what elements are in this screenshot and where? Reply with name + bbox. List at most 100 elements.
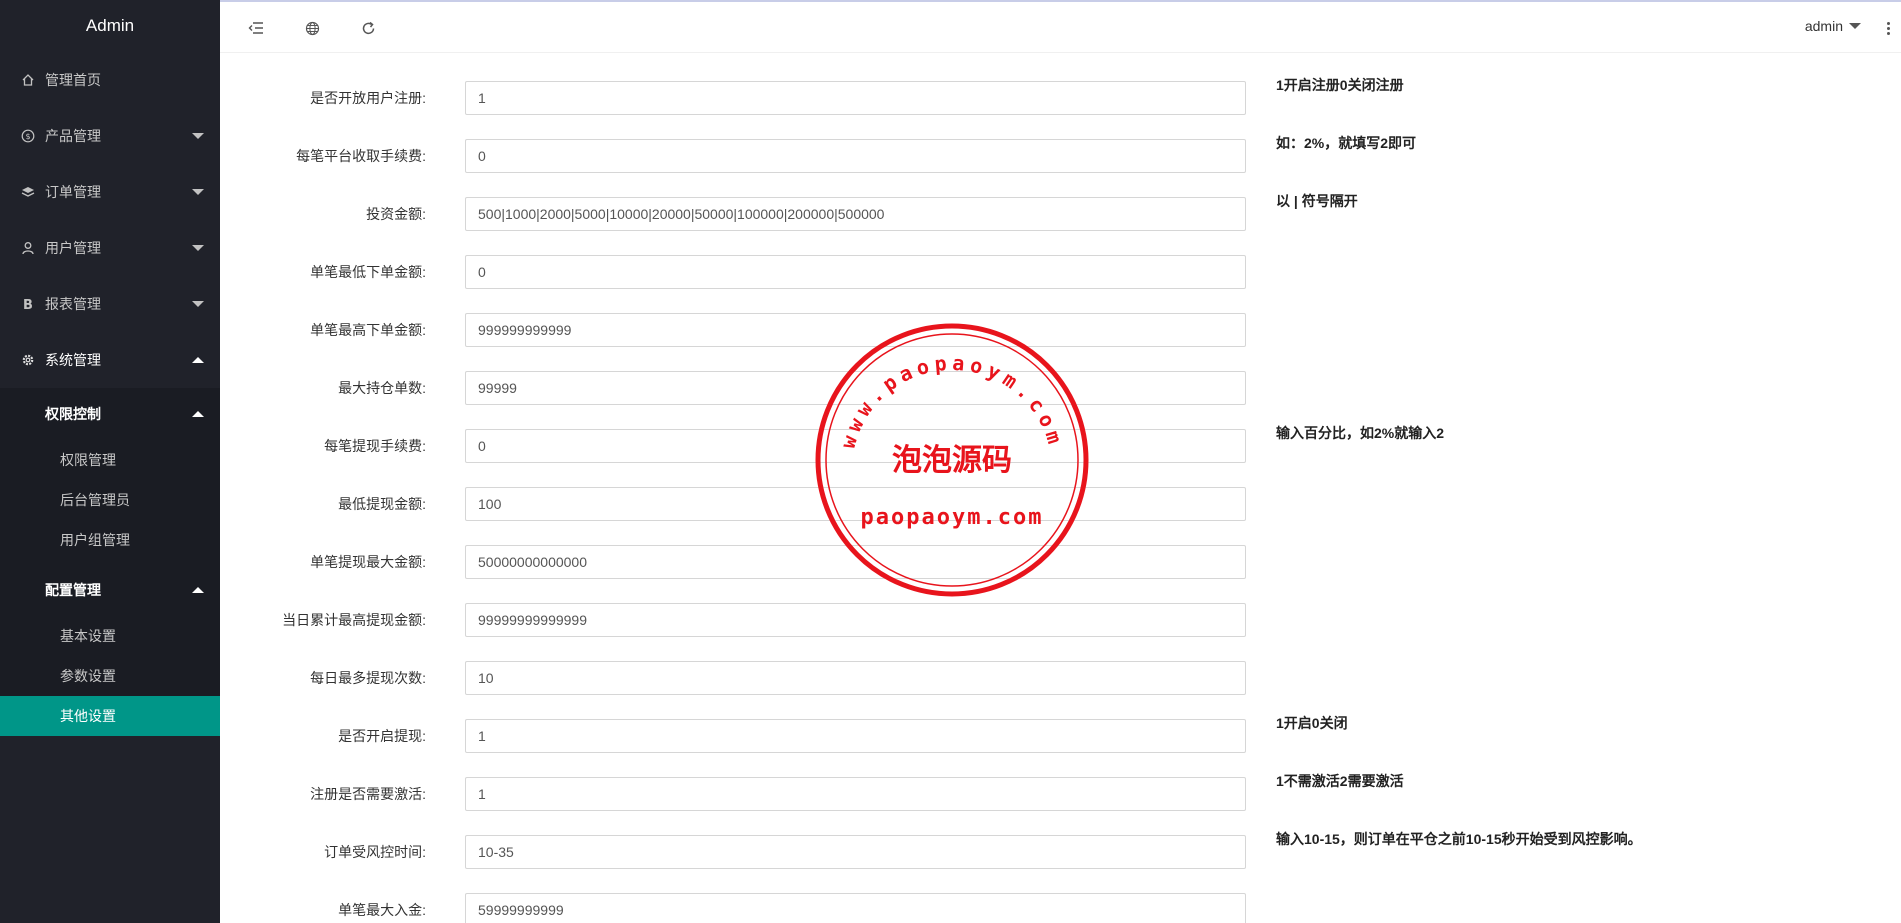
system-subnav: 权限控制 权限管理 后台管理员 用户组管理 配置管理 基本设置 参数设置 其他设… (0, 388, 220, 736)
sidebar-item-orders[interactable]: 订单管理 (0, 164, 220, 220)
field-hint: 以 | 符号隔开 (1276, 193, 1358, 209)
field-label: 最大持仓单数: (338, 380, 426, 396)
chevron-down-icon (192, 301, 204, 307)
daily-max-withdraw-input[interactable] (465, 603, 1246, 637)
platform-fee-input[interactable] (465, 139, 1246, 173)
subnav-group-config[interactable]: 配置管理 (0, 564, 220, 616)
sidebar-item-label: 产品管理 (45, 128, 101, 144)
field-label: 单笔提现最大金额: (310, 554, 426, 570)
refresh-icon[interactable] (358, 18, 378, 38)
sidebar-item-label: 报表管理 (45, 296, 101, 312)
form-row: 每日最多提现次数: (220, 661, 1901, 695)
sidebar-item-products[interactable]: $ 产品管理 (0, 108, 220, 164)
chevron-up-icon (192, 587, 204, 593)
menu-toggle-icon[interactable] (246, 18, 266, 38)
field-hint: 1开启注册0关闭注册 (1276, 77, 1404, 93)
form-row: 是否开启提现: 1开启0关闭 (220, 715, 1901, 753)
subnav-item-admins[interactable]: 后台管理员 (0, 480, 220, 520)
max-withdraw-input[interactable] (465, 545, 1246, 579)
form-row: 单笔最高下单金额: (220, 313, 1901, 347)
form-row: 单笔最大入金: (220, 893, 1901, 923)
field-label: 单笔最低下单金额: (310, 264, 426, 280)
form-row: 投资金额: 以 | 符号隔开 (220, 193, 1901, 231)
svg-text:B: B (23, 298, 33, 311)
sidebar-item-label: 用户管理 (45, 240, 101, 256)
form-row: 单笔最低下单金额: (220, 255, 1901, 289)
topbar: admin (220, 0, 1901, 53)
max-deposit-input[interactable] (465, 893, 1246, 923)
layers-icon (20, 184, 36, 200)
subnav-item-param-settings[interactable]: 参数设置 (0, 656, 220, 696)
sidebar-item-reports[interactable]: B 报表管理 (0, 276, 220, 332)
field-label: 注册是否需要激活: (310, 786, 426, 802)
field-label: 当日累计最高提现金额: (282, 612, 426, 628)
sidebar-item-home[interactable]: 管理首页 (0, 52, 220, 108)
gear-icon (20, 352, 36, 368)
sidebar-item-users[interactable]: 用户管理 (0, 220, 220, 276)
home-icon (20, 72, 36, 88)
chevron-down-icon (192, 133, 204, 139)
withdraw-fee-input[interactable] (465, 429, 1246, 463)
form-row: 当日累计最高提现金额: (220, 603, 1901, 637)
min-order-input[interactable] (465, 255, 1246, 289)
field-label: 投资金额: (366, 206, 426, 222)
field-label: 是否开启提现: (338, 728, 426, 744)
field-label: 最低提现金额: (338, 496, 426, 512)
field-label: 订单受风控时间: (324, 844, 426, 860)
b-icon: B (20, 296, 36, 312)
chevron-down-icon (1849, 23, 1861, 29)
sidebar: Admin 管理首页 $ 产品管理 订单管理 用户管理 B 报表管理 系统管理 … (0, 0, 220, 923)
withdraw-enabled-input[interactable] (465, 719, 1246, 753)
form-row: 最大持仓单数: (220, 371, 1901, 405)
globe-icon[interactable] (302, 18, 322, 38)
user-menu[interactable]: admin (1805, 18, 1861, 34)
field-label: 单笔最大入金: (338, 902, 426, 918)
field-hint: 输入百分比，如2%就输入2 (1276, 425, 1445, 441)
chevron-up-icon (192, 411, 204, 417)
field-label: 每日最多提现次数: (310, 670, 426, 686)
svg-text:$: $ (25, 132, 30, 141)
field-hint: 输入10-15，则订单在平仓之前10-15秒开始受到风控影响。 (1276, 831, 1642, 847)
field-label: 是否开放用户注册: (310, 90, 426, 106)
subnav-group-label: 权限控制 (45, 406, 101, 422)
chevron-down-icon (192, 245, 204, 251)
form-row: 单笔提现最大金额: (220, 545, 1901, 579)
daily-withdraw-count-input[interactable] (465, 661, 1246, 695)
app-logo: Admin (85, 16, 135, 35)
subnav-item-permission-mgmt[interactable]: 权限管理 (0, 440, 220, 480)
field-hint: 1开启0关闭 (1276, 715, 1348, 731)
invest-amount-input[interactable] (465, 197, 1246, 231)
sidebar-item-label: 系统管理 (45, 352, 101, 368)
user-name: admin (1804, 18, 1843, 34)
field-hint: 1不需激活2需要激活 (1276, 773, 1404, 789)
form-row: 订单受风控时间: 输入10-15，则订单在平仓之前10-15秒开始受到风控影响。 (220, 831, 1901, 869)
subnav-item-other-settings[interactable]: 其他设置 (0, 696, 220, 736)
sidebar-item-label: 订单管理 (45, 184, 101, 200)
field-label: 每笔提现手续费: (324, 438, 426, 454)
sidebar-item-system[interactable]: 系统管理 (0, 332, 220, 388)
user-icon (20, 240, 36, 256)
form-row: 注册是否需要激活: 1不需激活2需要激活 (220, 773, 1901, 811)
chevron-up-icon (192, 357, 204, 363)
more-vertical-icon[interactable] (1883, 18, 1893, 38)
field-label: 单笔最高下单金额: (310, 322, 426, 338)
register-open-input[interactable] (465, 81, 1246, 115)
form-row: 最低提现金额: (220, 487, 1901, 521)
field-label: 每笔平台收取手续费: (296, 148, 426, 164)
subnav-item-user-groups[interactable]: 用户组管理 (0, 520, 220, 560)
subnav-group-label: 配置管理 (45, 582, 101, 598)
risk-control-time-input[interactable] (465, 835, 1246, 869)
chevron-down-icon (192, 189, 204, 195)
register-activation-input[interactable] (465, 777, 1246, 811)
form-row: 是否开放用户注册: 1开启注册0关闭注册 (220, 77, 1901, 115)
max-order-input[interactable] (465, 313, 1246, 347)
subnav-group-permissions[interactable]: 权限控制 (0, 388, 220, 440)
field-hint: 如：2%，就填写2即可 (1276, 135, 1417, 151)
form-row: 每笔提现手续费: 输入百分比，如2%就输入2 (220, 425, 1901, 463)
dollar-icon: $ (20, 128, 36, 144)
subnav-item-basic-settings[interactable]: 基本设置 (0, 616, 220, 656)
sidebar-item-label: 管理首页 (45, 72, 101, 88)
max-positions-input[interactable] (465, 371, 1246, 405)
min-withdraw-input[interactable] (465, 487, 1246, 521)
form-row: 每笔平台收取手续费: 如：2%，就填写2即可 (220, 135, 1901, 173)
